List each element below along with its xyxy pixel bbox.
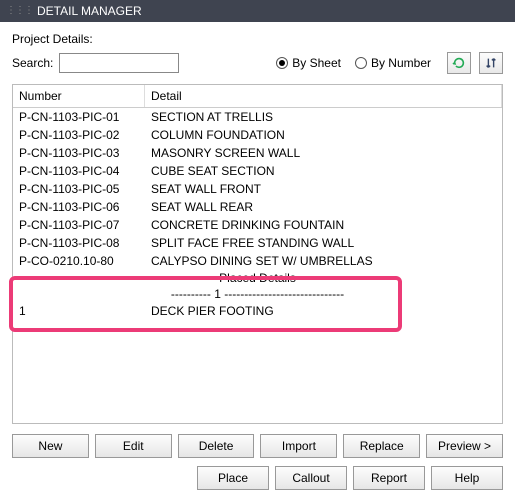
cell-number: P-CN-1103-PIC-04 bbox=[13, 163, 145, 179]
table-body: P-CN-1103-PIC-01SECTION AT TRELLISP-CN-1… bbox=[13, 108, 502, 320]
cell-detail: MASONRY SCREEN WALL bbox=[145, 145, 502, 161]
cell-number: P-CN-1103-PIC-08 bbox=[13, 235, 145, 251]
table-row[interactable]: P-CN-1103-PIC-06SEAT WALL REAR bbox=[13, 198, 502, 216]
by-number-label: By Number bbox=[371, 56, 431, 70]
place-button[interactable]: Place bbox=[197, 466, 269, 490]
callout-button[interactable]: Callout bbox=[275, 466, 347, 490]
sort-button[interactable] bbox=[479, 52, 503, 74]
table-row[interactable]: P-CN-1103-PIC-05SEAT WALL FRONT bbox=[13, 180, 502, 198]
cell-detail: SEAT WALL FRONT bbox=[145, 181, 502, 197]
delete-button[interactable]: Delete bbox=[178, 434, 255, 458]
col-number[interactable]: Number bbox=[13, 85, 145, 107]
cell-number: P-CN-1103-PIC-07 bbox=[13, 217, 145, 233]
cell-number: P-CO-0210.10-80 bbox=[13, 253, 145, 269]
by-number-radio[interactable]: By Number bbox=[355, 56, 431, 70]
search-input[interactable] bbox=[59, 53, 179, 73]
button-row-2: Place Callout Report Help bbox=[12, 466, 503, 490]
radio-icon bbox=[276, 57, 288, 69]
details-table[interactable]: Number Detail P-CN-1103-PIC-01SECTION AT… bbox=[12, 84, 503, 424]
radio-icon bbox=[355, 57, 367, 69]
title-bar: ⋮⋮⋮ DETAIL MANAGER bbox=[0, 0, 515, 22]
import-button[interactable]: Import bbox=[260, 434, 337, 458]
cell-detail: CONCRETE DRINKING FOUNTAIN bbox=[145, 217, 502, 233]
cell-detail: DECK PIER FOOTING bbox=[145, 303, 502, 319]
preview-button[interactable]: Preview > bbox=[426, 434, 503, 458]
cell-number: P-CN-1103-PIC-03 bbox=[13, 145, 145, 161]
search-label: Search: bbox=[12, 56, 53, 70]
table-row[interactable]: P-CN-1103-PIC-08SPLIT FACE FREE STANDING… bbox=[13, 234, 502, 252]
col-detail[interactable]: Detail bbox=[145, 85, 502, 107]
cell-detail: SECTION AT TRELLIS bbox=[145, 109, 502, 125]
help-button[interactable]: Help bbox=[431, 466, 503, 490]
table-row[interactable]: P-CO-0210.10-80CALYPSO DINING SET W/ UMB… bbox=[13, 252, 502, 270]
refresh-button[interactable] bbox=[447, 52, 471, 74]
window-title: DETAIL MANAGER bbox=[37, 0, 142, 22]
cell-number: 1 bbox=[13, 303, 145, 319]
report-button[interactable]: Report bbox=[353, 466, 425, 490]
table-row[interactable]: P-CN-1103-PIC-03MASONRY SCREEN WALL bbox=[13, 144, 502, 162]
cell-number: P-CN-1103-PIC-01 bbox=[13, 109, 145, 125]
table-row[interactable]: 1DECK PIER FOOTING bbox=[13, 302, 502, 320]
cell-number: P-CN-1103-PIC-02 bbox=[13, 127, 145, 143]
cell-detail: CALYPSO DINING SET W/ UMBRELLAS bbox=[145, 253, 502, 269]
table-row[interactable]: P-CN-1103-PIC-01SECTION AT TRELLIS bbox=[13, 108, 502, 126]
table-row[interactable]: P-CN-1103-PIC-04CUBE SEAT SECTION bbox=[13, 162, 502, 180]
cell-number: P-CN-1103-PIC-05 bbox=[13, 181, 145, 197]
placed-details-header: ============ Placed Details ============ bbox=[13, 270, 502, 286]
button-row-1: New Edit Delete Import Replace Preview > bbox=[12, 434, 503, 458]
sort-icon bbox=[484, 56, 498, 70]
cell-detail: COLUMN FOUNDATION bbox=[145, 127, 502, 143]
cell-detail: SPLIT FACE FREE STANDING WALL bbox=[145, 235, 502, 251]
view-mode-group: By Sheet By Number bbox=[276, 56, 431, 70]
placed-details-subheader: ---------- 1 ---------------------------… bbox=[13, 286, 502, 302]
replace-button[interactable]: Replace bbox=[343, 434, 420, 458]
cell-detail: SEAT WALL REAR bbox=[145, 199, 502, 215]
table-row[interactable]: P-CN-1103-PIC-07CONCRETE DRINKING FOUNTA… bbox=[13, 216, 502, 234]
by-sheet-radio[interactable]: By Sheet bbox=[276, 56, 341, 70]
edit-button[interactable]: Edit bbox=[95, 434, 172, 458]
grip-icon: ⋮⋮⋮ bbox=[6, 0, 33, 22]
project-details-label: Project Details: bbox=[12, 32, 93, 46]
table-row[interactable]: P-CN-1103-PIC-02COLUMN FOUNDATION bbox=[13, 126, 502, 144]
cell-detail: CUBE SEAT SECTION bbox=[145, 163, 502, 179]
by-sheet-label: By Sheet bbox=[292, 56, 341, 70]
refresh-icon bbox=[452, 56, 466, 70]
cell-number: P-CN-1103-PIC-06 bbox=[13, 199, 145, 215]
new-button[interactable]: New bbox=[12, 434, 89, 458]
table-header: Number Detail bbox=[13, 85, 502, 108]
